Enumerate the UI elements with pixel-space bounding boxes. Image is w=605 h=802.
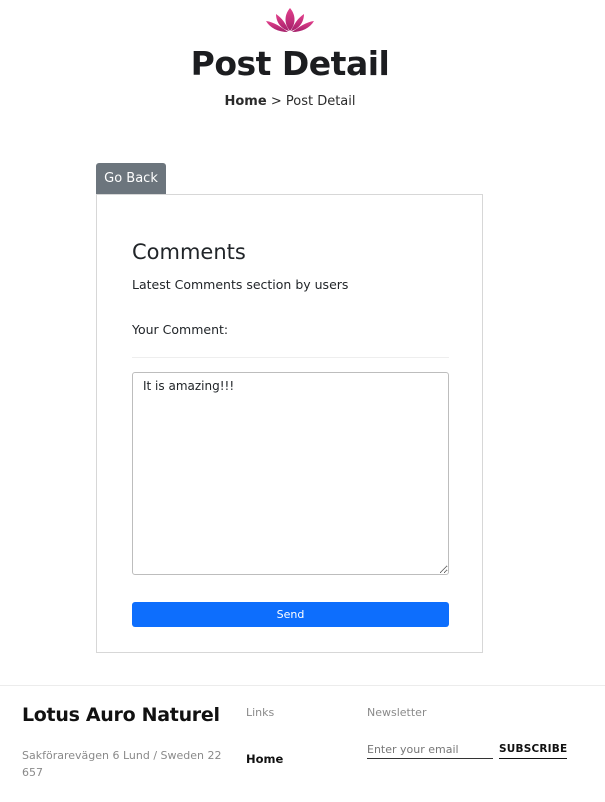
comments-subtitle: Latest Comments section by users: [132, 277, 349, 292]
breadcrumb-current: Post Detail: [285, 94, 356, 109]
subscribe-button[interactable]: SUBSCRIBE: [499, 740, 568, 759]
send-button[interactable]: Send: [132, 602, 449, 627]
footer-link-home[interactable]: Home: [246, 752, 283, 766]
comments-title: Comments: [132, 240, 246, 264]
breadcrumb: Home > Post Detail: [0, 94, 580, 109]
go-back-button[interactable]: Go Back: [96, 163, 166, 194]
page-title: Post Detail: [190, 44, 390, 83]
footer-divider: [0, 685, 605, 686]
lotus-icon: [266, 8, 314, 32]
footer-links-heading: Links: [246, 706, 275, 719]
comment-textarea[interactable]: It is amazing!!!: [132, 372, 449, 575]
divider: [132, 357, 449, 358]
breadcrumb-separator: >: [270, 94, 282, 109]
your-comment-label: Your Comment:: [132, 322, 229, 337]
newsletter-email-input[interactable]: [367, 740, 493, 759]
footer-address: Sakförarevägen 6 Lund / Sweden 22 657: [22, 749, 222, 779]
footer-newsletter-heading: Newsletter: [367, 706, 427, 719]
breadcrumb-home-link[interactable]: Home: [224, 94, 266, 109]
footer-brand: Lotus Auro Naturel: [22, 704, 220, 726]
